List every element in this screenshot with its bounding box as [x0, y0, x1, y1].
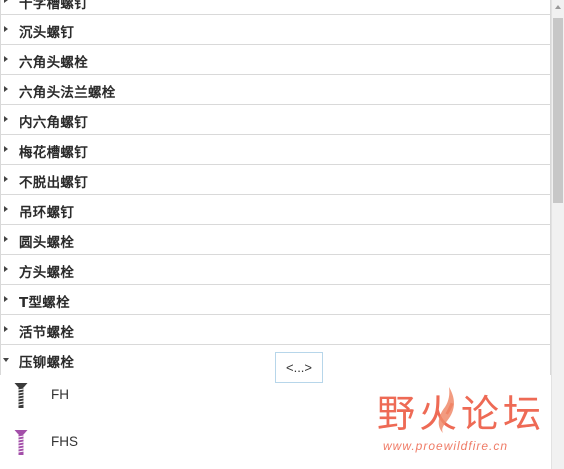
collapsed-arrow-icon[interactable]	[4, 326, 8, 332]
tree-item-captive-screw[interactable]: 不脱出螺钉	[0, 165, 551, 195]
part-label: FH	[51, 387, 69, 402]
collapsed-arrow-icon[interactable]	[4, 206, 8, 212]
tree-item-countersunk-screw[interactable]: 沉头螺钉	[0, 15, 551, 45]
collapsed-arrow-icon[interactable]	[4, 26, 8, 32]
tree-item-eye-screw[interactable]: 吊环螺钉	[0, 195, 551, 225]
site-watermark: 野火论坛 www.proewildfire.cn	[377, 383, 557, 463]
collapsed-arrow-icon[interactable]	[4, 0, 8, 3]
collapsed-arrow-icon[interactable]	[4, 236, 8, 242]
part-label: FHS	[51, 434, 78, 449]
tree-item-torx-screw[interactable]: 梅花槽螺钉	[0, 135, 551, 165]
tree-item-square-head-bolt[interactable]: 方头螺栓	[0, 255, 551, 285]
collapsed-arrow-icon[interactable]	[4, 146, 8, 152]
collapsed-arrow-icon[interactable]	[4, 266, 8, 272]
tree-item-label: 六角头法兰螺栓	[19, 85, 116, 101]
collapsed-arrow-icon[interactable]	[4, 116, 8, 122]
tree-item-socket-head-screw[interactable]: 内六角螺钉	[0, 105, 551, 135]
tree-item-label: 不脱出螺钉	[19, 175, 88, 191]
tree-item-label: 吊环螺钉	[19, 205, 75, 221]
tree-item-label: T型螺栓	[19, 295, 70, 311]
tree-item-label: 六角头螺栓	[19, 55, 88, 71]
flame-icon	[438, 387, 454, 433]
more-button[interactable]: <...>	[275, 352, 323, 383]
tree-item-swing-bolt[interactable]: 活节螺栓	[0, 315, 551, 345]
tree-item-round-head-bolt[interactable]: 圆头螺栓	[0, 225, 551, 255]
tree-item-label: 内六角螺钉	[19, 115, 88, 131]
tree-item-label: 圆头螺栓	[19, 235, 75, 251]
tree-item-label: 梅花槽螺钉	[19, 145, 88, 161]
tree-item-label: 十字槽螺钉	[19, 0, 88, 12]
tree-item-cross-recessed-screw[interactable]: 十字槽螺钉	[0, 0, 551, 15]
tree-item-label: 方头螺栓	[19, 265, 75, 281]
tree-item-hex-head-bolt[interactable]: 六角头螺栓	[0, 45, 551, 75]
watermark-logo-text: 野火论坛	[377, 392, 546, 436]
category-tree: 十字槽螺钉 沉头螺钉 六角头螺栓 六角头法兰螺栓 内六角螺钉 梅花槽螺钉 不脱出…	[0, 0, 551, 455]
collapsed-arrow-icon[interactable]	[4, 296, 8, 302]
tree-item-hex-flange-bolt[interactable]: 六角头法兰螺栓	[0, 75, 551, 105]
collapsed-arrow-icon[interactable]	[4, 176, 8, 182]
watermark-url: www.proewildfire.cn	[383, 439, 509, 453]
scrollbar-thumb[interactable]	[553, 18, 563, 203]
tree-item-label: 活节螺栓	[19, 325, 75, 341]
collapsed-arrow-icon[interactable]	[4, 86, 8, 92]
tree-item-label: 压铆螺栓	[19, 355, 75, 371]
expanded-arrow-icon[interactable]	[3, 358, 9, 362]
screw-dark-icon	[14, 383, 28, 408]
tree-item-label: 沉头螺钉	[19, 25, 75, 41]
screw-purple-icon	[14, 430, 28, 455]
scroll-up-icon[interactable]	[555, 5, 561, 9]
tree-item-t-bolt[interactable]: T型螺栓	[0, 285, 551, 315]
collapsed-arrow-icon[interactable]	[4, 56, 8, 62]
